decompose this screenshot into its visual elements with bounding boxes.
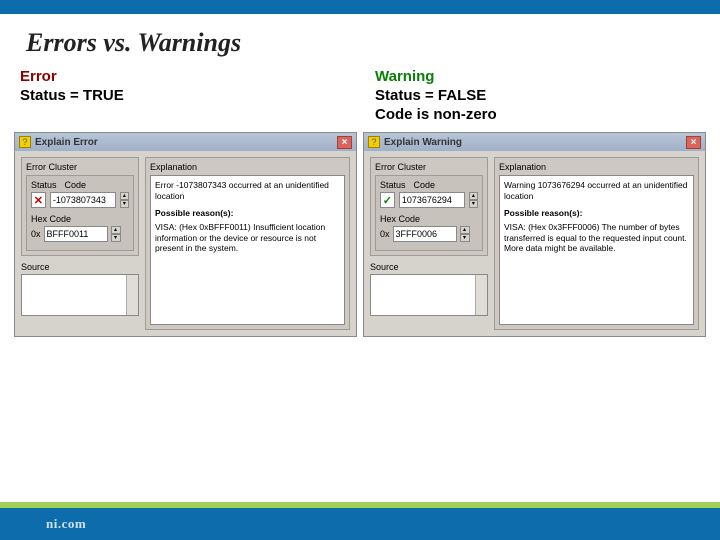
code-label: Code [414, 180, 436, 190]
explanation-group: Explanation Error -1073807343 occurred a… [145, 157, 350, 330]
dialog-row: ? Explain Error × Error Cluster Status C… [0, 124, 720, 337]
hex-code-field[interactable] [44, 226, 108, 242]
code-stepper[interactable]: ▴ ▾ [120, 192, 129, 208]
explain-warning-dialog: ? Explain Warning × Error Cluster Status… [363, 132, 706, 337]
source-label: Source [370, 262, 488, 272]
left-pane: Error Cluster Status Code ✓ ▴ ▾ [370, 157, 488, 330]
chevron-up-icon[interactable]: ▴ [120, 192, 129, 200]
chevron-down-icon[interactable]: ▾ [120, 200, 129, 208]
explanation-label: Explanation [150, 162, 345, 172]
status-label: Status [380, 180, 406, 190]
explanation-line1: Warning 1073676294 occurred at an uniden… [504, 180, 689, 201]
possible-reasons-label: Possible reason(s): [155, 208, 340, 219]
cluster-label: Error Cluster [26, 162, 134, 175]
chevron-up-icon[interactable]: ▴ [460, 226, 470, 234]
possible-reasons-label: Possible reason(s): [504, 208, 689, 219]
explanation-textarea[interactable]: Error -1073807343 occurred at an unident… [150, 175, 345, 325]
status-label: Status [31, 180, 57, 190]
explanation-textarea[interactable]: Warning 1073676294 occurred at an uniden… [499, 175, 694, 325]
cluster-label: Error Cluster [375, 162, 483, 175]
status-indicator-error: ✕ [31, 192, 46, 208]
cluster-frame: Status Code ✕ ▴ ▾ Hex Code [26, 175, 134, 251]
explanation-body: VISA: (Hex 0x3FFF0006) The number of byt… [504, 222, 689, 254]
scrollbar[interactable] [475, 275, 487, 315]
error-cluster-group: Error Cluster Status Code ✕ ▴ ▾ [21, 157, 139, 256]
chevron-up-icon[interactable]: ▴ [111, 226, 121, 234]
cluster-frame: Status Code ✓ ▴ ▾ Hex Code [375, 175, 483, 251]
chevron-down-icon[interactable]: ▾ [460, 234, 470, 242]
explanation-line1: Error -1073807343 occurred at an unident… [155, 180, 340, 201]
window-icon: ? [19, 136, 31, 148]
code-field[interactable] [50, 192, 116, 208]
top-accent-bar [0, 0, 720, 14]
error-heading-status: Status = TRUE [20, 87, 345, 106]
warning-heading-status: Status = FALSE [375, 87, 700, 106]
hex-code-label: Hex Code [380, 214, 478, 224]
explain-error-dialog: ? Explain Error × Error Cluster Status C… [14, 132, 357, 337]
chevron-down-icon[interactable]: ▾ [469, 200, 478, 208]
code-field[interactable] [399, 192, 465, 208]
hex-prefix: 0x [380, 229, 390, 239]
titlebar[interactable]: ? Explain Error × [15, 133, 356, 151]
hex-code-label: Hex Code [31, 214, 129, 224]
hex-prefix: 0x [31, 229, 41, 239]
ni-logo: ni.com [46, 516, 86, 532]
titlebar[interactable]: ? Explain Warning × [364, 133, 705, 151]
code-stepper[interactable]: ▴ ▾ [469, 192, 478, 208]
hex-stepper[interactable]: ▴ ▾ [460, 226, 470, 242]
source-label: Source [21, 262, 139, 272]
close-icon[interactable]: × [337, 136, 352, 149]
warning-heading-code: Code is non-zero [375, 106, 700, 125]
warning-heading-block: Warning Status = FALSE Code is non-zero [375, 68, 700, 124]
dialog-body: Error Cluster Status Code ✓ ▴ ▾ [364, 151, 705, 336]
window-icon: ? [368, 136, 380, 148]
close-icon[interactable]: × [686, 136, 701, 149]
code-label: Code [65, 180, 87, 190]
footer-bar: ni.com [0, 502, 720, 540]
explanation-group: Explanation Warning 1073676294 occurred … [494, 157, 699, 330]
error-heading-block: Error Status = TRUE [20, 68, 345, 124]
slide-title: Errors vs. Warnings [0, 14, 720, 68]
left-pane: Error Cluster Status Code ✕ ▴ ▾ [21, 157, 139, 330]
source-textarea[interactable] [370, 274, 488, 316]
status-indicator-ok: ✓ [380, 192, 395, 208]
heading-columns: Error Status = TRUE Warning Status = FAL… [0, 68, 720, 124]
scrollbar[interactable] [126, 275, 138, 315]
error-heading-word: Error [20, 68, 345, 87]
explanation-body: VISA: (Hex 0xBFFF0011) Insufficient loca… [155, 222, 340, 254]
hex-stepper[interactable]: ▴ ▾ [111, 226, 121, 242]
window-title: Explain Error [35, 137, 98, 148]
warning-heading-word: Warning [375, 68, 700, 87]
source-textarea[interactable] [21, 274, 139, 316]
chevron-up-icon[interactable]: ▴ [469, 192, 478, 200]
chevron-down-icon[interactable]: ▾ [111, 234, 121, 242]
window-title: Explain Warning [384, 137, 462, 148]
error-cluster-group: Error Cluster Status Code ✓ ▴ ▾ [370, 157, 488, 256]
explanation-label: Explanation [499, 162, 694, 172]
dialog-body: Error Cluster Status Code ✕ ▴ ▾ [15, 151, 356, 336]
hex-code-field[interactable] [393, 226, 457, 242]
